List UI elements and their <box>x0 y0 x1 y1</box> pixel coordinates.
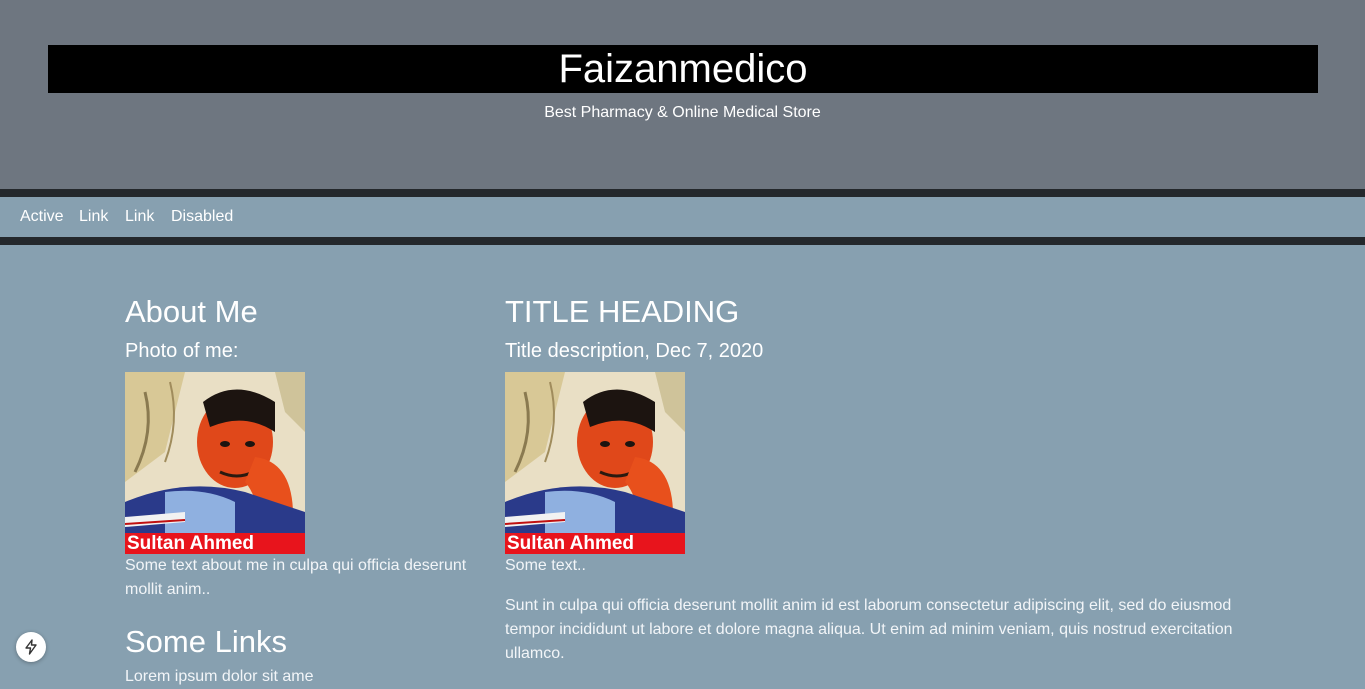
nav-border-top <box>0 189 1365 197</box>
photo-caption: Sultan Ahmed <box>125 533 305 554</box>
links-heading: Some Links <box>125 624 287 659</box>
profile-photo: Sultan Ahmed <box>125 372 305 554</box>
site-subtitle: Best Pharmacy & Online Medical Store <box>544 104 821 121</box>
nav-item-disabled[interactable]: Disabled <box>171 197 233 237</box>
post-title: TITLE HEADING <box>505 294 740 329</box>
portrait-image <box>125 372 305 554</box>
page-header: Faizanmedico Best Pharmacy & Online Medi… <box>0 0 1365 189</box>
site-title: Faizanmedico <box>48 45 1318 93</box>
portrait-image <box>505 372 685 554</box>
lightning-icon <box>25 639 37 655</box>
nav-item-active[interactable]: Active <box>20 197 64 237</box>
post-description: Title description, Dec 7, 2020 <box>505 340 764 362</box>
post-short-text: Some text.. <box>505 557 586 574</box>
nav-border-bottom <box>0 237 1365 245</box>
nav-item-link-2[interactable]: Link <box>125 197 154 237</box>
photo-label: Photo of me: <box>125 340 239 362</box>
about-text: Some text about me in culpa qui officia … <box>125 557 467 598</box>
post-photo: Sultan Ahmed <box>505 372 685 554</box>
about-heading: About Me <box>125 294 258 329</box>
nav-item-link-1[interactable]: Link <box>79 197 108 237</box>
navbar: Active Link Link Disabled <box>0 197 1365 237</box>
photo-caption: Sultan Ahmed <box>505 533 685 554</box>
links-text: Lorem ipsum dolor sit ame <box>125 668 314 685</box>
floating-action-button[interactable] <box>16 632 46 662</box>
post-body-text: Sunt in culpa qui officia deserunt molli… <box>505 597 1233 662</box>
